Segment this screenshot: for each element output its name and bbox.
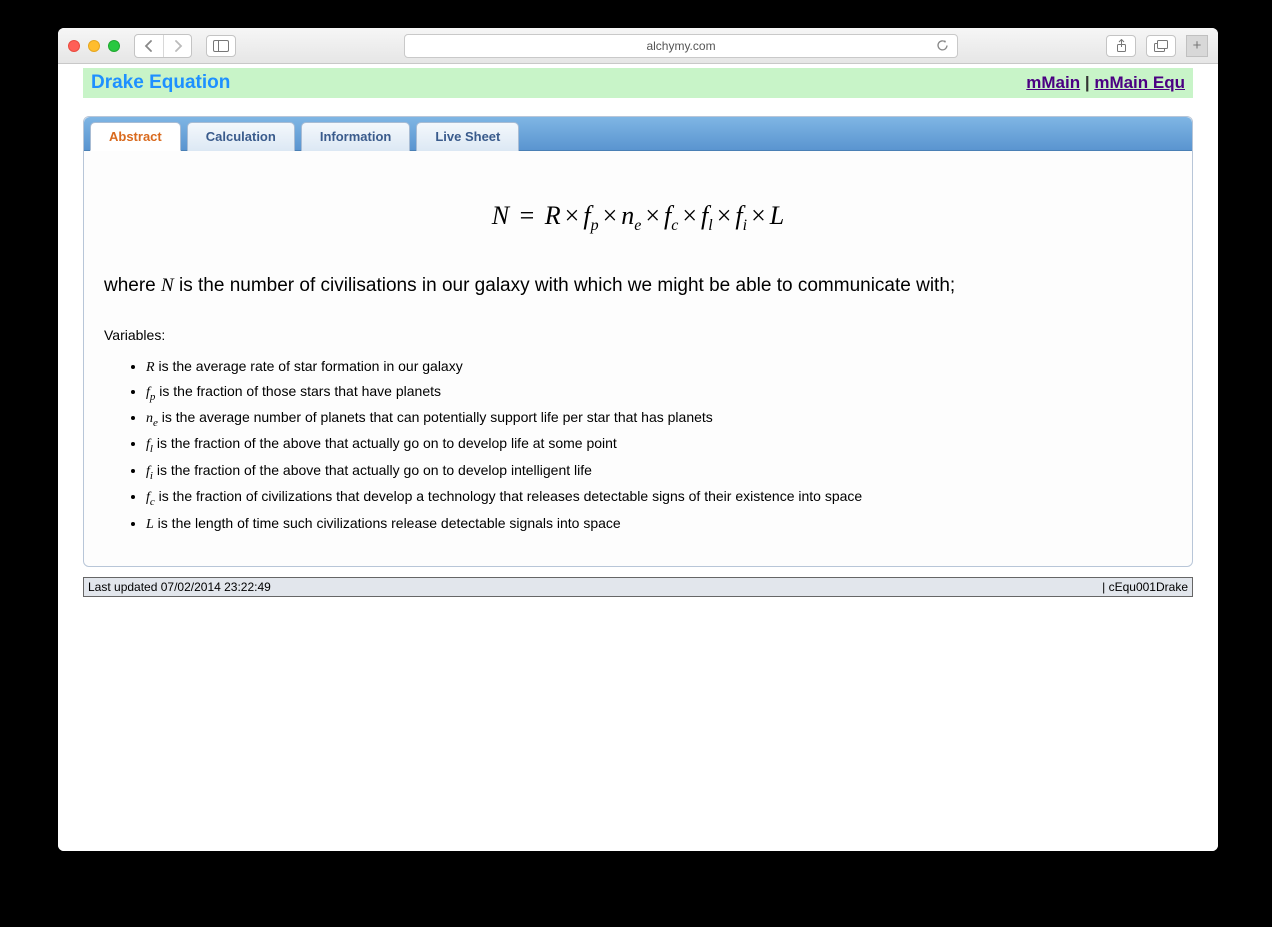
tab-information[interactable]: Information <box>301 122 411 151</box>
maximize-window-button[interactable] <box>108 40 120 52</box>
list-item: L is the length of time such civilizatio… <box>146 512 1172 536</box>
back-button[interactable] <box>135 35 163 57</box>
tab-livesheet[interactable]: Live Sheet <box>416 122 519 151</box>
mmain-equ-link[interactable]: mMain Equ <box>1094 73 1185 92</box>
list-item: fp is the fraction of those stars that h… <box>146 380 1172 406</box>
footer-bar: Last updated 07/02/2014 23:22:49 | cEqu0… <box>83 577 1193 597</box>
mmain-link[interactable]: mMain <box>1026 73 1080 92</box>
reload-icon[interactable] <box>936 39 949 52</box>
sidebar-toggle-button[interactable] <box>206 35 236 57</box>
panel-body: N = R×fp×ne×fc×fl×fi×L where N is the nu… <box>84 151 1192 566</box>
list-item: fi is the fraction of the above that act… <box>146 459 1172 485</box>
address-bar[interactable]: alchymy.com <box>404 34 958 58</box>
page-title: Drake Equation <box>91 72 230 94</box>
list-item: fl is the fraction of the above that act… <box>146 432 1172 458</box>
tab-calculation[interactable]: Calculation <box>187 122 295 151</box>
header-links: mMain | mMain Equ <box>1026 73 1185 93</box>
browser-window: alchymy.com + Drake Equation mMain | mMa… <box>58 28 1218 851</box>
close-window-button[interactable] <box>68 40 80 52</box>
forward-button[interactable] <box>163 35 191 57</box>
where-line: where N is the number of civilisations i… <box>104 275 1172 297</box>
list-item: fc is the fraction of civilizations that… <box>146 485 1172 511</box>
main-panel: Abstract Calculation Information Live Sh… <box>83 116 1193 567</box>
url-text: alchymy.com <box>646 39 715 53</box>
tab-abstract[interactable]: Abstract <box>90 122 181 151</box>
tab-row: Abstract Calculation Information Live Sh… <box>84 117 1192 151</box>
viewport[interactable]: Drake Equation mMain | mMain Equ Abstrac… <box>58 64 1218 851</box>
titlebar: alchymy.com + <box>58 28 1218 64</box>
variable-list: R is the average rate of star formation … <box>104 355 1172 536</box>
variables-label: Variables: <box>104 327 1172 343</box>
toolbar-right: + <box>1106 35 1208 57</box>
page-content: Drake Equation mMain | mMain Equ Abstrac… <box>58 68 1218 597</box>
last-updated: Last updated 07/02/2014 23:22:49 <box>88 580 271 594</box>
drake-equation: N = R×fp×ne×fc×fl×fi×L <box>104 201 1172 235</box>
list-item: R is the average rate of star formation … <box>146 355 1172 379</box>
share-button[interactable] <box>1106 35 1136 57</box>
nav-buttons <box>134 34 192 58</box>
tabs-button[interactable] <box>1146 35 1176 57</box>
minimize-window-button[interactable] <box>88 40 100 52</box>
page-header: Drake Equation mMain | mMain Equ <box>83 68 1193 98</box>
link-separator: | <box>1080 73 1094 92</box>
new-tab-button[interactable]: + <box>1186 35 1208 57</box>
list-item: ne is the average number of planets that… <box>146 406 1172 432</box>
footer-id: | cEqu001Drake <box>1102 580 1188 594</box>
traffic-lights <box>68 40 120 52</box>
